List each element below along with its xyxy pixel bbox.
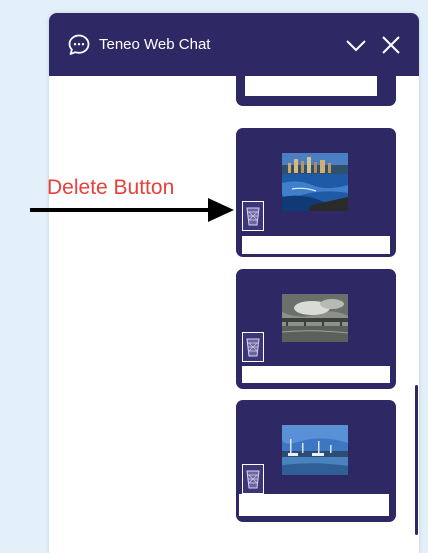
delete-button[interactable] — [242, 464, 264, 494]
scrollbar[interactable] — [415, 380, 421, 540]
trash-icon — [246, 207, 260, 226]
image-caption-bar — [239, 494, 389, 516]
card-image — [282, 425, 348, 475]
chat-window: Teneo Web Chat — [49, 13, 419, 553]
close-button[interactable] — [379, 33, 403, 57]
chevron-down-icon — [346, 40, 366, 52]
scrollbar-thumb[interactable] — [415, 385, 418, 535]
trash-icon — [246, 338, 260, 357]
chat-bubble-icon — [68, 34, 90, 55]
image-caption-bar — [245, 76, 377, 96]
image-caption-bar — [242, 366, 390, 383]
card-image — [282, 294, 348, 342]
delete-button[interactable] — [242, 201, 264, 231]
image-card-bridge — [236, 269, 396, 389]
chat-message-list[interactable] — [49, 76, 419, 553]
image-card-city-skyline — [236, 128, 396, 257]
card-image — [282, 153, 348, 211]
close-icon — [382, 36, 400, 54]
annotation-arrow — [30, 198, 234, 222]
partial-image-card — [236, 76, 396, 106]
trash-icon — [246, 470, 260, 489]
minimize-button[interactable] — [344, 33, 368, 57]
image-caption-bar — [242, 236, 390, 254]
image-card-harbor — [236, 400, 396, 522]
delete-button[interactable] — [242, 332, 264, 362]
chat-header: Teneo Web Chat — [49, 13, 419, 76]
chat-title: Teneo Web Chat — [99, 36, 211, 53]
